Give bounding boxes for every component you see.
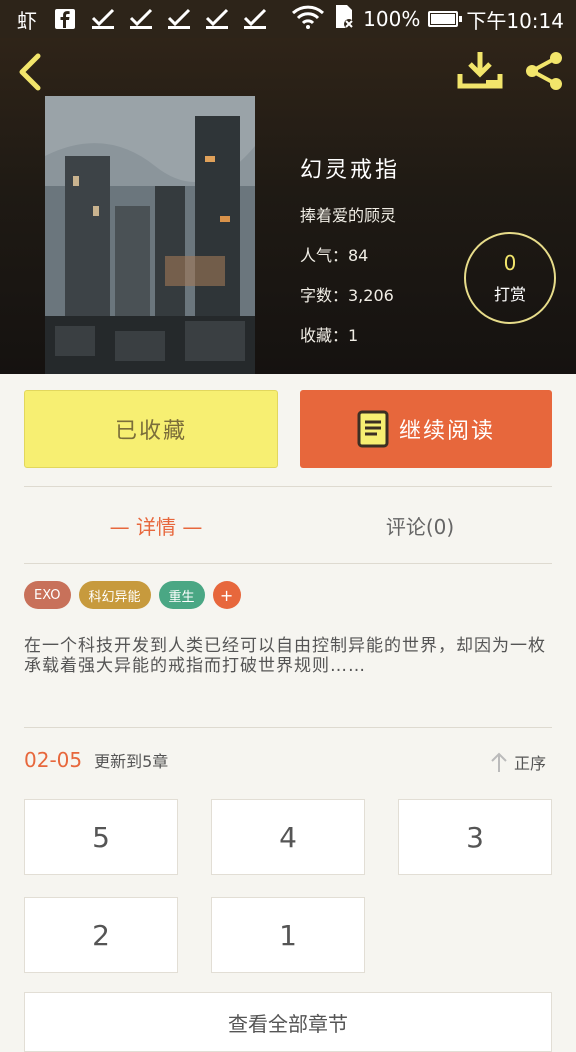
check-icon <box>128 6 154 32</box>
sort-button[interactable]: 正序 <box>490 750 546 774</box>
back-button[interactable] <box>14 52 48 92</box>
sort-label: 正序 <box>514 754 547 773</box>
app-icon: 虾 <box>17 8 37 33</box>
book-word-count: 字数：3,206 <box>300 286 394 305</box>
favorited-label: 已收藏 <box>114 419 187 444</box>
wifi-icon <box>291 5 325 34</box>
battery-text: 100% <box>363 7 421 31</box>
chapter-cell[interactable]: 1 <box>211 897 365 973</box>
chapter-cell[interactable]: 3 <box>398 799 552 875</box>
book-favorites: 收藏：1 <box>300 326 359 345</box>
facebook-icon <box>52 6 78 32</box>
tag-scifi[interactable]: 科幻异能 <box>78 581 151 609</box>
divider <box>24 563 552 564</box>
arrow-up-icon <box>491 752 507 772</box>
all-chapters-button[interactable]: 查看全部章节 <box>24 992 552 1052</box>
book-popularity: 人气：84 <box>300 246 369 265</box>
book-cover-image <box>45 96 255 374</box>
share-button[interactable] <box>522 50 566 92</box>
tag-exo[interactable]: EXO <box>24 581 71 609</box>
add-tag-button[interactable]: + <box>212 581 241 609</box>
check-icon <box>90 6 116 32</box>
continue-reading-button[interactable]: 继续阅读 <box>300 390 552 468</box>
continue-reading-label: 继续阅读 <box>398 419 495 444</box>
favorited-button[interactable]: 已收藏 <box>24 390 278 468</box>
check-icon <box>204 6 230 32</box>
divider <box>24 727 552 728</box>
chapter-cell[interactable]: 2 <box>24 897 178 973</box>
tab-comments-label: 评论(0) <box>385 514 455 539</box>
download-icon <box>457 52 503 89</box>
update-date: 02-05 <box>24 748 83 772</box>
chevron-left-icon <box>19 53 41 91</box>
share-icon <box>526 52 562 90</box>
update-info: 02-05 更新到5章 <box>24 748 168 772</box>
book-author[interactable]: 捧着爱的顾灵 <box>300 202 400 226</box>
tip-count: 0 <box>503 251 517 275</box>
sd-card-icon <box>333 4 355 35</box>
tip-label: 打赏 <box>493 285 526 304</box>
tip-button[interactable]: 0 打赏 <box>464 232 556 324</box>
check-icon <box>242 6 268 32</box>
chapter-cell[interactable]: 4 <box>211 799 365 875</box>
status-bar: 虾 100% 下午10:14 <box>0 0 576 38</box>
tab-detail[interactable]: — 详情 — <box>24 496 288 554</box>
tab-detail-label: — 详情 — <box>109 514 203 539</box>
chapter-cell[interactable]: 5 <box>24 799 178 875</box>
book-title: 幻灵戒指 <box>300 158 401 183</box>
tab-comments[interactable]: 评论(0) <box>288 496 552 554</box>
book-summary: 在一个科技开发到人类已经可以自由控制异能的世界，却因为一枚承载着强大异能的戒指而… <box>24 636 546 676</box>
battery-icon <box>428 11 463 27</box>
divider <box>24 486 552 487</box>
all-chapters-label: 查看全部章节 <box>228 1011 348 1036</box>
book-header: 幻灵戒指 捧着爱的顾灵 人气：84 字数：3,206 收藏：1 0 打赏 <box>0 38 576 374</box>
book-info: 幻灵戒指 捧着爱的顾灵 人气：84 字数：3,206 收藏：1 <box>300 152 400 362</box>
tag-rebirth[interactable]: 重生 <box>158 581 205 609</box>
tag-list: EXO 科幻异能 重生 + <box>24 581 241 609</box>
check-icon <box>166 6 192 32</box>
book-icon <box>357 410 389 448</box>
download-button[interactable] <box>456 50 504 92</box>
clock-text: 下午10:14 <box>466 8 564 33</box>
update-text: 更新到5章 <box>94 752 169 771</box>
